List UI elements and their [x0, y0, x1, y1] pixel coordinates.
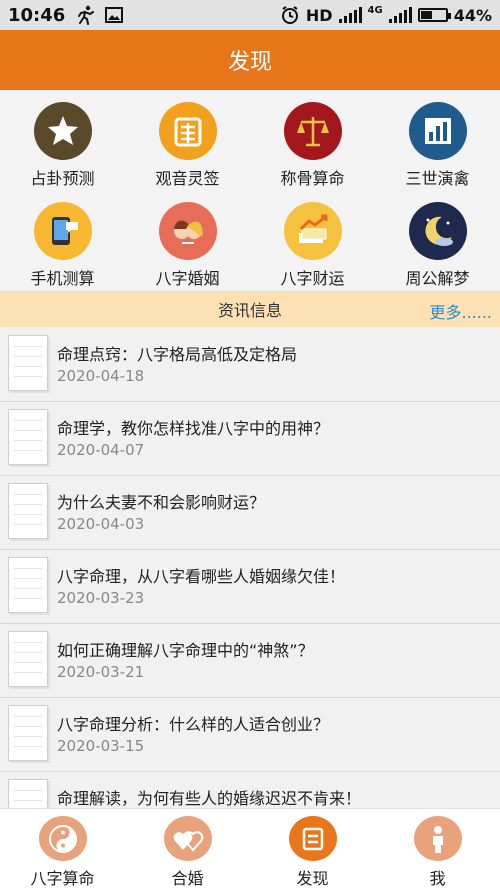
document-icon: [8, 409, 48, 465]
document-icon: [8, 705, 48, 761]
battery-icon: [417, 8, 451, 22]
nav-bazi[interactable]: 八字算命: [0, 809, 125, 889]
news-date: 2020-04-18: [57, 367, 145, 385]
nav-me[interactable]: 我: [375, 809, 500, 889]
nav-marriage[interactable]: 合婚: [125, 809, 250, 889]
app-header: 发现: [0, 30, 500, 90]
news-title: 八字命理，从八字看哪些人婚姻缘欠佳！: [57, 567, 346, 586]
news-item[interactable]: 命理解读，为何有些人的婚缘迟迟不肯来！: [0, 771, 500, 808]
news-item[interactable]: 命理学，教你怎样找准八字中的用神？ 2020-04-07: [0, 401, 500, 476]
discover-icon: [288, 816, 337, 861]
news-date: 2020-03-23: [57, 589, 145, 607]
bottom-nav: 八字算命 合婚 发现 我: [0, 808, 500, 889]
sign-stick-icon: [158, 102, 217, 160]
alarm-icon: [281, 6, 298, 24]
nav-label: 发现: [296, 869, 329, 888]
page-title: 发现: [227, 50, 272, 75]
feature-three-lives[interactable]: 三世演禽: [375, 90, 500, 190]
network-label: HD: [305, 5, 333, 25]
signal-icon-2: [388, 7, 412, 23]
status-bar: 10:46 HD 4G 44%: [0, 0, 500, 30]
nav-label: 合婚: [171, 869, 204, 888]
news-item[interactable]: 命理点窍：八字格局高低及定格局 2020-04-18: [0, 327, 500, 402]
news-item[interactable]: 如何正确理解八字命理中的“神煞”？ 2020-03-21: [0, 623, 500, 698]
moon-icon: [408, 202, 467, 260]
feature-label: 观音灵签: [155, 169, 220, 188]
news-title: 命理点窍：八字格局高低及定格局: [57, 345, 298, 364]
lte-label: 4G: [367, 5, 383, 16]
document-icon: [8, 631, 48, 687]
news-title: 命理学，教你怎样找准八字中的用神？: [57, 419, 330, 438]
news-title: 命理解读，为何有些人的婚缘迟迟不肯来！: [57, 789, 362, 808]
battery-percent: 44%: [453, 5, 492, 25]
feature-bone-weight[interactable]: 称骨算命: [250, 90, 375, 190]
news-title: 为什么夫妻不和会影响财运？: [57, 493, 266, 512]
feature-bazi-wealth[interactable]: 八字财运: [250, 190, 375, 290]
image-icon: [105, 7, 124, 23]
feature-bazi-marriage[interactable]: 八字婚姻: [125, 190, 250, 290]
yin-yang-icon: [38, 816, 87, 861]
more-link[interactable]: 更多......: [429, 299, 492, 323]
feature-divination[interactable]: 占卦预测: [0, 90, 125, 190]
nav-discover[interactable]: 发现: [250, 809, 375, 889]
nav-label: 八字算命: [30, 869, 95, 888]
news-item[interactable]: 八字命理，从八字看哪些人婚姻缘欠佳！ 2020-03-23: [0, 549, 500, 624]
person-icon: [413, 816, 462, 861]
news-date: 2020-03-15: [57, 737, 145, 755]
feature-label: 八字婚姻: [155, 269, 220, 288]
phone-icon: [33, 202, 92, 260]
feature-guanyin-sign[interactable]: 观音灵签: [125, 90, 250, 190]
feature-label: 三世演禽: [405, 169, 470, 188]
feature-label: 手机测算: [30, 269, 95, 288]
document-icon: [8, 557, 48, 613]
feature-dream-interpretation[interactable]: 周公解梦: [375, 190, 500, 290]
feature-phone-calc[interactable]: 手机测算: [0, 190, 125, 290]
document-icon: [8, 335, 48, 391]
feature-label: 称骨算命: [280, 169, 345, 188]
couple-icon: [158, 202, 217, 260]
running-icon: [78, 5, 95, 25]
nav-label: 我: [429, 869, 446, 888]
news-title: 如何正确理解八字命理中的“神煞”？: [57, 641, 314, 660]
feature-label: 八字财运: [280, 269, 345, 288]
feature-grid: 占卦预测 观音灵签 称骨算命 三世演禽 手机测算 八字婚姻 八字财运 周公解梦: [0, 90, 500, 290]
document-icon: [8, 779, 48, 808]
bar-chart-icon: [408, 102, 467, 160]
news-date: 2020-04-03: [57, 515, 145, 533]
section-title: 资讯信息: [217, 301, 282, 320]
news-section-header: 资讯信息 更多......: [0, 291, 500, 327]
document-icon: [8, 483, 48, 539]
news-title: 八字命理分析：什么样的人适合创业？: [57, 715, 330, 734]
news-date: 2020-03-21: [57, 663, 145, 681]
scale-icon: [283, 102, 342, 160]
news-date: 2020-04-07: [57, 441, 145, 459]
signal-icon: [338, 7, 362, 23]
news-item[interactable]: 为什么夫妻不和会影响财运？ 2020-04-03: [0, 475, 500, 550]
news-list: 命理点窍：八字格局高低及定格局 2020-04-18 命理学，教你怎样找准八字中…: [0, 327, 500, 808]
money-trend-icon: [283, 202, 342, 260]
hearts-icon: [163, 816, 212, 861]
feature-label: 周公解梦: [405, 269, 470, 288]
news-item[interactable]: 八字命理分析：什么样的人适合创业？ 2020-03-15: [0, 697, 500, 772]
status-time: 10:46: [8, 4, 66, 26]
star-icon: [33, 102, 92, 160]
feature-label: 占卦预测: [30, 169, 95, 188]
